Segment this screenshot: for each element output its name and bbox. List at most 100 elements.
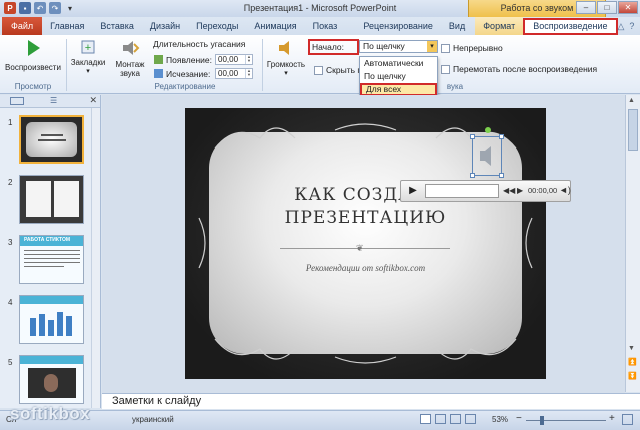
help-icon[interactable]: ? xyxy=(629,21,634,32)
fade-out-input[interactable]: 00,00 ▲ ▼ xyxy=(215,68,253,79)
tab-transitions[interactable]: Переходы xyxy=(188,17,246,35)
player-time: 00:00,00 xyxy=(528,186,558,195)
slides-tab-icon[interactable] xyxy=(10,97,24,105)
close-button[interactable]: ✕ xyxy=(618,1,638,14)
chevron-down-icon[interactable]: ▾ xyxy=(427,41,437,52)
zoom-slider[interactable] xyxy=(526,420,606,421)
scroll-up-icon[interactable]: ▲ xyxy=(628,97,635,104)
zoom-slider-thumb[interactable] xyxy=(540,416,544,425)
fit-to-window-icon[interactable] xyxy=(622,414,633,425)
slides-pane: ☰ ✕ 1 2 3 РАБОТА СТИКТОМ 4 5 xyxy=(0,95,101,408)
thumbnail-image xyxy=(39,314,45,336)
slide-thumbnail-4[interactable] xyxy=(19,295,84,344)
slide-divider xyxy=(280,248,450,249)
tab-view[interactable]: Вид xyxy=(441,17,473,35)
scroll-thumb[interactable] xyxy=(628,109,638,151)
hide-during-show-checkbox[interactable] xyxy=(314,66,323,75)
tab-animations[interactable]: Анимация xyxy=(246,17,304,35)
tab-playback[interactable]: Воспроизведение xyxy=(523,17,618,35)
thumbnail-number: 4 xyxy=(8,298,13,307)
normal-view-icon[interactable] xyxy=(420,414,431,424)
thumbnail-image xyxy=(66,316,72,336)
language-label[interactable]: украинский xyxy=(132,415,174,424)
next-slide-icon[interactable]: ⏬ xyxy=(628,372,637,380)
thumbnail-image xyxy=(44,374,58,392)
slide-thumbnail-1[interactable] xyxy=(19,115,84,164)
group-label-audio-options: вука xyxy=(446,82,464,91)
audio-object[interactable] xyxy=(470,127,504,178)
title-bar: P ▪ ↶ ↷ ▾ Презентация1 - Microsoft Power… xyxy=(0,0,640,17)
tab-insert[interactable]: Вставка xyxy=(92,17,141,35)
player-play-icon[interactable]: ▶ xyxy=(404,184,422,198)
player-progress-track[interactable] xyxy=(425,184,499,198)
maximize-button[interactable]: □ xyxy=(597,1,617,14)
resize-handle[interactable] xyxy=(470,134,475,139)
slide-sorter-icon[interactable] xyxy=(435,414,446,424)
resize-handle[interactable] xyxy=(499,134,504,139)
previous-slide-icon[interactable]: ⏫ xyxy=(628,358,637,366)
slide-thumbnail-5[interactable] xyxy=(19,355,84,404)
previous-icon[interactable]: ◀◀ xyxy=(503,186,515,195)
view-buttons xyxy=(420,414,476,424)
trim-audio-button[interactable]: Монтаж звука xyxy=(110,38,150,78)
minimize-button[interactable]: – xyxy=(576,1,596,14)
volume-icon[interactable]: ◄) xyxy=(559,185,571,195)
start-dropdown-menu: Автоматически По щелчку Для всех слайдов xyxy=(359,56,438,103)
zoom-level[interactable]: 53% xyxy=(492,415,508,424)
resize-handle[interactable] xyxy=(470,173,475,178)
reading-view-icon[interactable] xyxy=(450,414,461,424)
outline-tab-icon[interactable]: ☰ xyxy=(50,96,57,105)
slide-thumbnail-3[interactable]: РАБОТА СТИКТОМ xyxy=(19,235,84,284)
tab-file[interactable]: Файл xyxy=(2,17,43,35)
speaker-icon xyxy=(279,41,289,55)
start-select[interactable]: По щелчку ▾ xyxy=(359,40,438,53)
dropdown-arrow-icon: ▾ xyxy=(86,68,90,75)
spin-arrows-icon[interactable]: ▲ ▼ xyxy=(245,69,252,78)
ornament-icon: ❦ xyxy=(356,243,364,253)
rotate-handle[interactable] xyxy=(485,127,491,133)
loop-checkbox[interactable] xyxy=(441,44,450,53)
thumbnail-image xyxy=(24,250,80,251)
slide-title-line: ПРЕЗЕНТАЦИЮ xyxy=(284,208,447,228)
fade-in-input[interactable]: 00,00 ▲ ▼ xyxy=(215,54,253,65)
spin-arrows-icon[interactable]: ▲ ▼ xyxy=(245,55,252,64)
zoom-out-button[interactable]: − xyxy=(516,413,522,424)
dropdown-option-on-click[interactable]: По щелчку xyxy=(360,70,437,83)
slides-pane-scrollbar[interactable] xyxy=(91,108,100,408)
thumbnail-number: 3 xyxy=(8,238,13,247)
close-pane-icon[interactable]: ✕ xyxy=(89,95,97,106)
tab-slide-show[interactable]: Показ слайдов xyxy=(305,17,356,49)
notes-pane[interactable]: Заметки к слайду xyxy=(102,393,640,409)
slide-thumbnail-2[interactable] xyxy=(19,175,84,224)
thumbnail-image xyxy=(38,139,66,141)
volume-button[interactable]: Громкость ▾ xyxy=(266,38,306,78)
play-icon xyxy=(28,40,40,56)
ribbon-playback: Воспроизвести Просмотр + Закладки ▾ Монт… xyxy=(0,35,640,94)
scroll-down-icon[interactable]: ▼ xyxy=(628,345,635,352)
zoom-in-button[interactable]: + xyxy=(609,413,615,424)
bookmarks-button[interactable]: + Закладки ▾ xyxy=(68,38,108,76)
minimize-ribbon-icon[interactable]: △ xyxy=(618,21,625,32)
slide-editing-area: КАК СОЗДАТЬ ПРЕЗЕНТАЦИЮ ❦ Рекомендации о… xyxy=(102,95,625,393)
resize-handle[interactable] xyxy=(499,173,504,178)
next-icon[interactable]: ▶ xyxy=(517,186,523,195)
thumbnail-image xyxy=(26,181,51,217)
play-button[interactable]: Воспроизвести xyxy=(4,38,62,72)
slide-show-icon[interactable] xyxy=(465,414,476,424)
tab-format[interactable]: Формат xyxy=(475,17,524,35)
watermark: softikbox xyxy=(10,404,91,423)
thumbnail-image xyxy=(54,181,79,217)
tab-design[interactable]: Дизайн xyxy=(142,17,188,35)
slide-scrollbar[interactable]: ▲ ▼ ⏫ ⏬ xyxy=(625,95,640,392)
dropdown-option-automatic[interactable]: Автоматически xyxy=(360,57,437,70)
tab-review[interactable]: Рецензирование xyxy=(355,17,441,35)
thumbnail-number: 5 xyxy=(8,358,13,367)
thumbnail-image xyxy=(57,312,63,336)
separator xyxy=(66,39,67,91)
trim-audio-icon xyxy=(123,41,140,55)
group-label-preview: Просмотр xyxy=(14,82,52,91)
tab-home[interactable]: Главная xyxy=(42,17,92,35)
loop-label: Непрерывно xyxy=(453,43,503,53)
slide-subtitle[interactable]: Рекомендации от softikbox.com xyxy=(185,263,546,273)
rewind-checkbox[interactable] xyxy=(441,65,450,74)
